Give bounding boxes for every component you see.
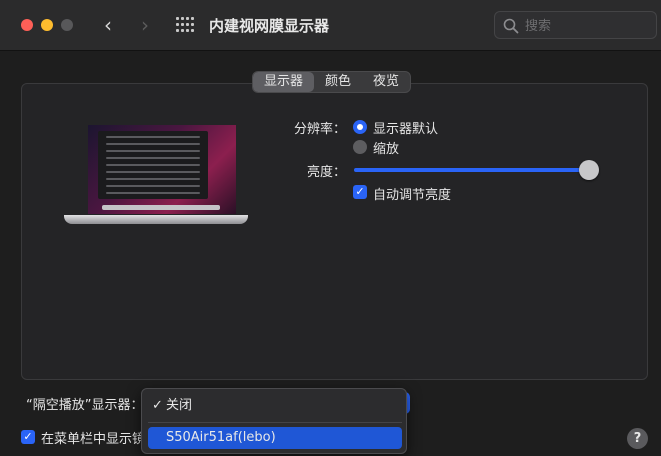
back-icon[interactable]: ‹ (97, 13, 119, 37)
brightness-slider-track[interactable] (354, 168, 588, 172)
zoom-window-button[interactable] (61, 19, 73, 31)
window-title: 内建视网膜显示器 (209, 17, 330, 35)
auto-brightness-checkbox[interactable]: ✓ (353, 185, 367, 199)
resolution-default-radio[interactable] (353, 120, 367, 134)
resolution-label: 分辨率： (294, 122, 347, 137)
resolution-scaled-label[interactable]: 缩放 (373, 138, 399, 157)
search-field[interactable] (494, 11, 657, 39)
display-tabs: 显示器 颜色 夜览 (252, 71, 412, 93)
menu-item-off-label: 关闭 (166, 398, 193, 413)
brightness-label: 亮度： (307, 165, 347, 180)
show-in-menubar-checkbox[interactable]: ✓ (21, 430, 35, 444)
airplay-display-menu: ✓ 关闭 S50Air51af(lebo) (141, 388, 407, 454)
laptop-dock (102, 205, 220, 210)
tab-color[interactable]: 颜色 (314, 72, 362, 92)
laptop-base (64, 215, 248, 224)
tab-night-shift[interactable]: 夜览 (362, 72, 410, 92)
menu-item-s50air51af-label: S50Air51af(lebo) (166, 430, 276, 445)
close-window-button[interactable] (21, 19, 33, 31)
brightness-slider-thumb[interactable] (579, 160, 599, 180)
resolution-default-label[interactable]: 显示器默认 (373, 118, 438, 137)
forward-icon[interactable]: › (134, 13, 156, 37)
help-button[interactable]: ? (627, 428, 648, 449)
laptop-screen (88, 125, 236, 214)
tab-display[interactable]: 显示器 (253, 72, 315, 92)
laptop-screen-window (98, 131, 208, 199)
auto-brightness-label[interactable]: 自动调节亮度 (373, 184, 451, 203)
title-bar: ‹ › 内建视网膜显示器 (0, 0, 661, 51)
show-in-menubar-label[interactable]: 在菜单栏中显示镜 (41, 428, 145, 447)
search-icon (503, 18, 519, 34)
menu-item-off[interactable]: ✓ 关闭 (148, 395, 402, 417)
show-all-grid-icon[interactable] (176, 17, 194, 33)
menu-separator (148, 422, 402, 423)
minimize-window-button[interactable] (41, 19, 53, 31)
search-input[interactable] (525, 17, 645, 35)
resolution-scaled-radio[interactable] (353, 140, 367, 154)
menu-item-s50air51af[interactable]: S50Air51af(lebo) (148, 427, 402, 449)
airplay-display-label: “隔空播放”显示器： (26, 398, 144, 413)
checkmark-icon: ✓ (152, 398, 163, 413)
